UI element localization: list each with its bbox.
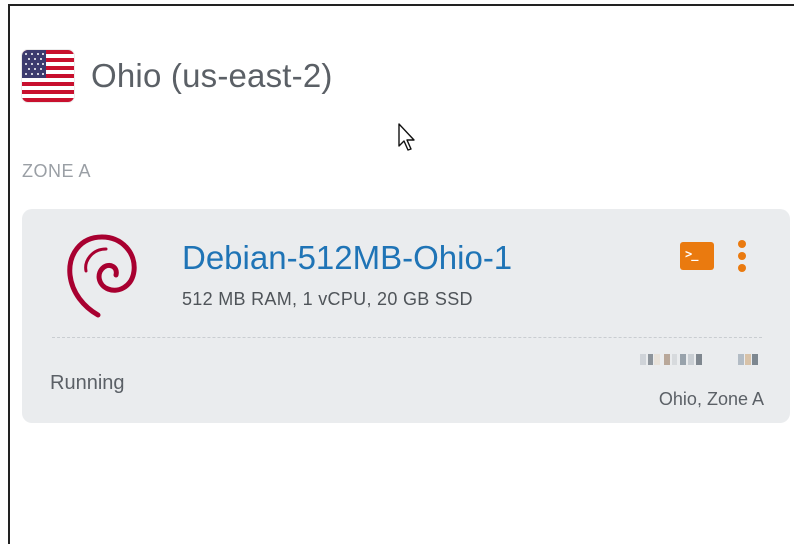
card-divider bbox=[52, 337, 762, 338]
instance-menu-button[interactable] bbox=[734, 240, 750, 274]
region-header: Ohio (us-east-2) bbox=[22, 46, 333, 106]
instance-name-link[interactable]: Debian-512MB-Ohio-1 bbox=[182, 239, 512, 277]
terminal-icon: >_ bbox=[685, 247, 698, 261]
zone-label: ZONE A bbox=[22, 161, 92, 181]
connect-ssh-button[interactable]: >_ bbox=[680, 242, 714, 270]
us-flag-icon bbox=[22, 50, 74, 102]
page-frame: Ohio (us-east-2) ZONE A Debian-512MB-Ohi… bbox=[8, 4, 794, 544]
ip-address-obscured bbox=[640, 352, 764, 368]
region-title: Ohio (us-east-2) bbox=[91, 57, 333, 94]
instance-card[interactable]: Debian-512MB-Ohio-1 512 MB RAM, 1 vCPU, … bbox=[22, 209, 790, 423]
instance-location: Ohio, Zone A bbox=[658, 389, 764, 409]
instance-status: Running bbox=[50, 372, 125, 394]
kebab-menu-icon bbox=[738, 240, 746, 248]
instance-specs: 512 MB RAM, 1 vCPU, 20 GB SSD bbox=[182, 289, 473, 309]
mouse-cursor-icon bbox=[397, 122, 419, 154]
debian-logo-icon bbox=[62, 231, 142, 321]
